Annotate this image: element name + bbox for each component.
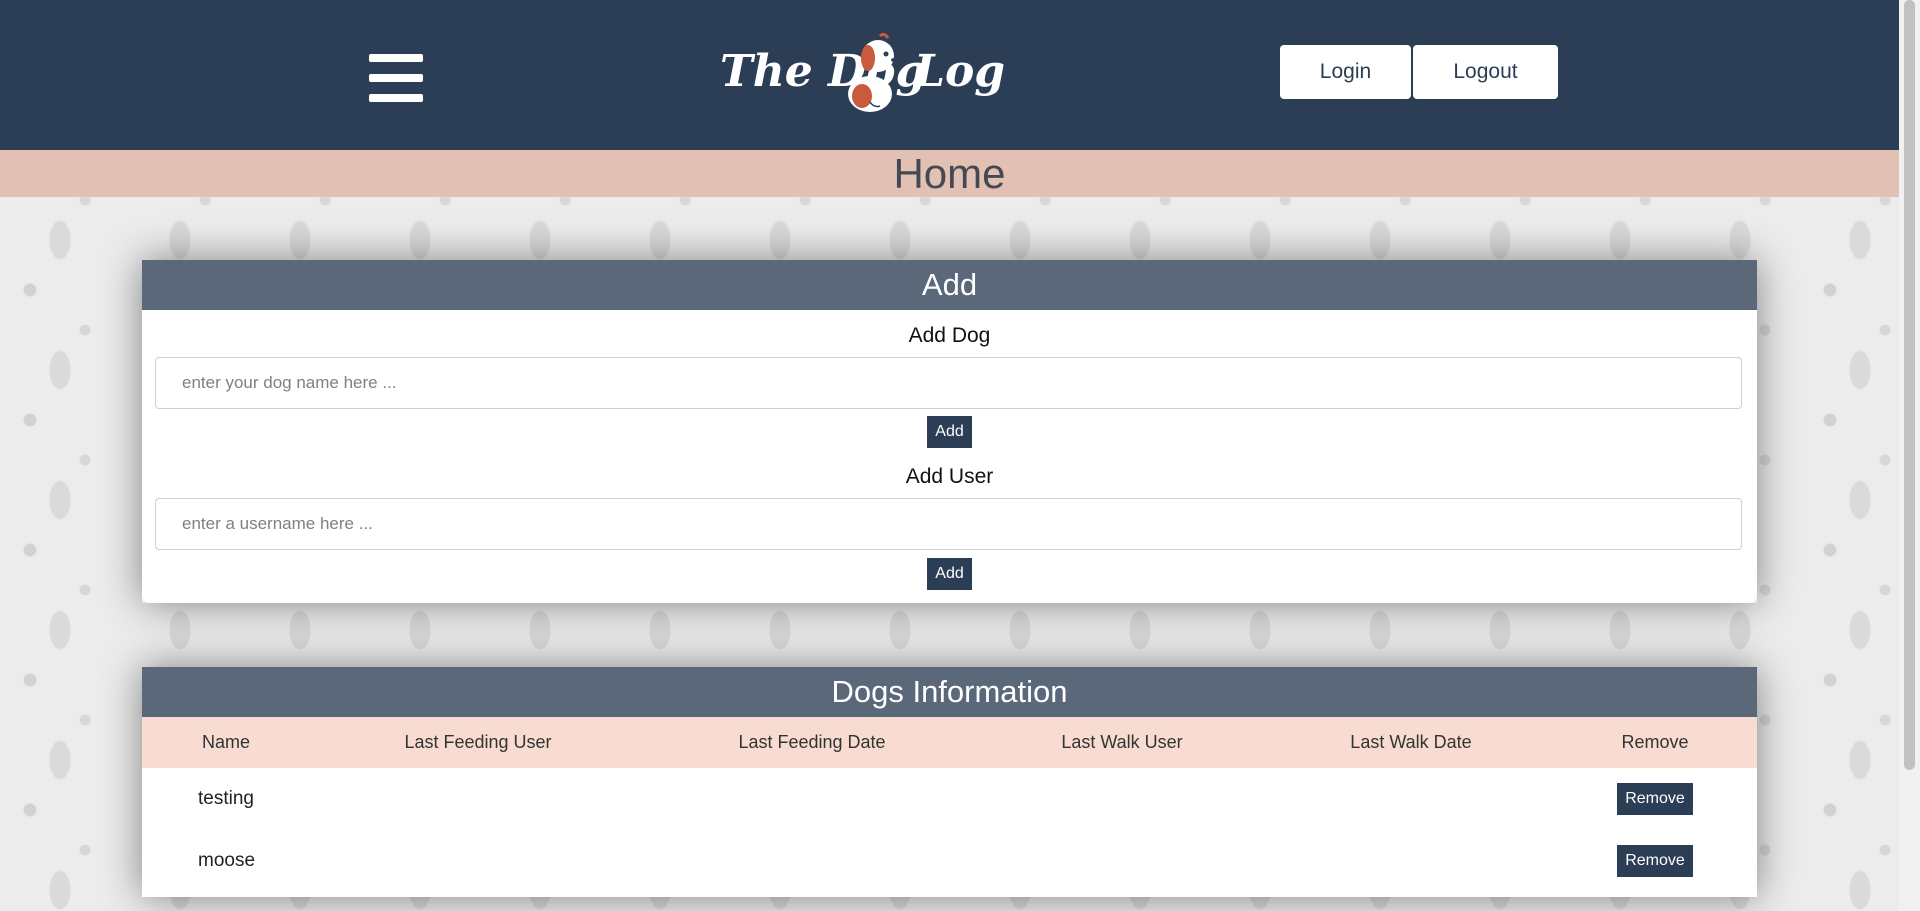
table-row: testing Remove	[142, 768, 1757, 830]
add-user-label: Add User	[905, 465, 994, 488]
add-panel-body: Add Dog Add Add User Add	[142, 310, 1757, 603]
page-title: Home	[893, 149, 1006, 197]
site-logo[interactable]: The Dog Log	[714, 28, 1005, 118]
column-header-remove: Remove	[1621, 732, 1689, 752]
scrollbar-thumb[interactable]	[1904, 0, 1915, 770]
dogs-table-body: testing Remove moose Remove	[142, 768, 1757, 897]
add-dog-button[interactable]: Add	[927, 416, 972, 448]
dog-name-cell: testing	[198, 788, 254, 809]
add-user-button[interactable]: Add	[927, 558, 972, 590]
column-header-last-feeding-date: Last Feeding Date	[738, 732, 886, 752]
dogs-information-panel: Dogs Information Name Last Feeding User …	[142, 667, 1757, 897]
page-title-band: Home	[0, 150, 1899, 197]
logo-text-log: Log	[914, 46, 1006, 97]
login-button[interactable]: Login	[1280, 45, 1411, 99]
hamburger-menu-icon[interactable]	[369, 54, 423, 102]
dog-name-input[interactable]	[155, 357, 1742, 409]
top-navbar: The Dog Log Login Logout	[0, 0, 1899, 150]
dogs-panel-header: Dogs Information	[142, 667, 1757, 717]
dog-logo-icon	[848, 32, 897, 112]
table-row: moose Remove	[142, 830, 1757, 892]
column-header-last-feeding-user: Last Feeding User	[404, 732, 552, 752]
add-dog-label: Add Dog	[908, 324, 991, 347]
remove-button[interactable]: Remove	[1617, 845, 1693, 877]
column-header-last-walk-date: Last Walk Date	[1350, 732, 1472, 752]
logout-button[interactable]: Logout	[1413, 45, 1558, 99]
dog-name-cell: moose	[198, 850, 256, 871]
username-input[interactable]	[155, 498, 1742, 550]
table-header-row: Name Last Feeding User Last Feeding Date…	[142, 717, 1757, 768]
remove-button[interactable]: Remove	[1617, 783, 1693, 815]
add-panel-header: Add	[142, 260, 1757, 310]
column-header-name: Name	[201, 732, 251, 752]
page-scrollbar[interactable]	[1899, 0, 1920, 911]
column-header-last-walk-user: Last Walk User	[1061, 732, 1183, 752]
add-panel: Add Add Dog Add Add User Add	[142, 260, 1757, 603]
